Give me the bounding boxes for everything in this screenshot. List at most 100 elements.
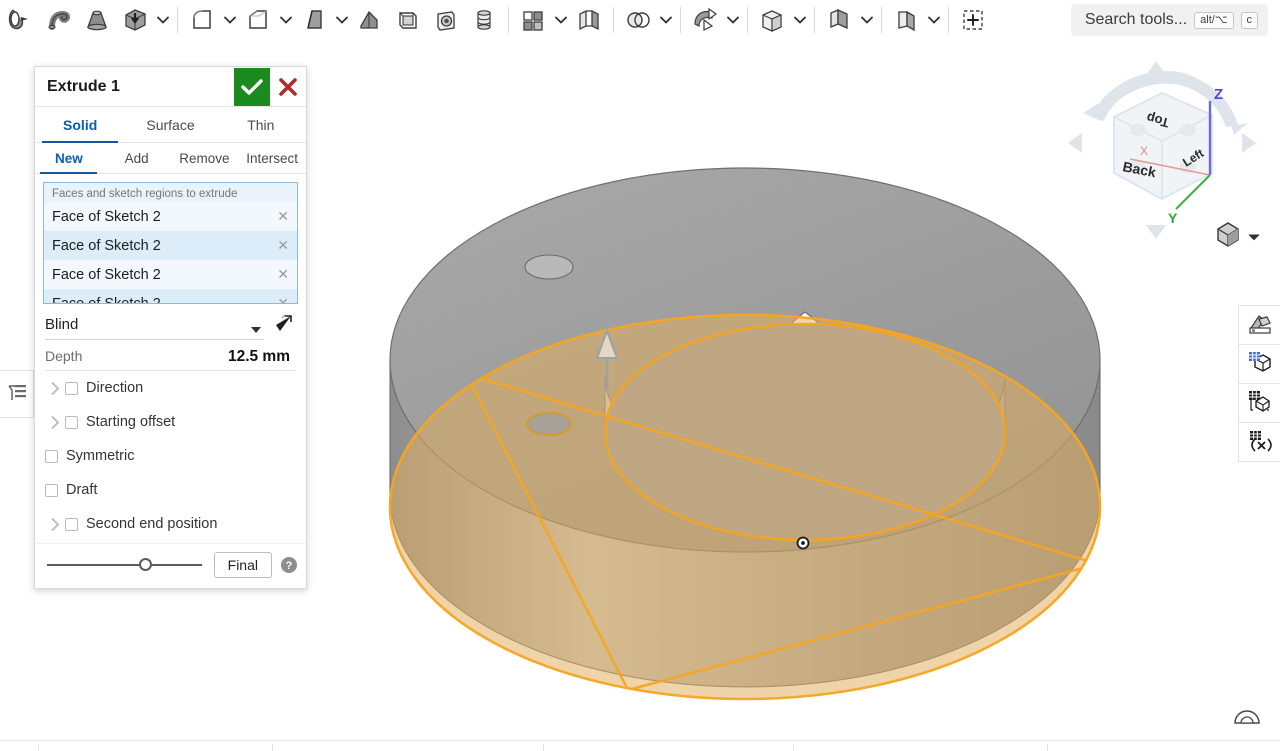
chevron-right-icon[interactable] [45,517,65,531]
measure-button[interactable] [1230,702,1264,732]
chevron-down-icon[interactable] [925,1,943,39]
quality-slider[interactable] [43,555,206,575]
origin-point[interactable] [796,536,810,550]
tool-hole[interactable] [427,1,465,39]
flip-direction-button[interactable] [270,312,296,338]
tab-intersect[interactable]: Intersect [238,143,306,173]
selection-item[interactable]: Face of Sketch 2 ✕ [44,260,297,289]
rail-button-display-state[interactable] [1238,344,1280,384]
direction-checkbox[interactable] [65,381,78,395]
selection-item-label: Face of Sketch 2 [52,208,161,225]
selection-item[interactable]: Face of Sketch 2 ✕ [44,231,297,260]
tool-thread[interactable] [465,1,503,39]
tool-mirror[interactable] [570,1,608,39]
toolbar-separator [508,7,509,33]
tab-solid[interactable]: Solid [35,107,125,143]
slider-track [47,564,202,566]
tab-separator [38,744,39,751]
tool-pattern[interactable] [514,1,570,39]
quality-final-button[interactable]: Final [213,552,272,578]
toolbar-separator [814,7,815,33]
chevron-down-icon[interactable] [657,1,675,39]
selection-list[interactable]: Faces and sketch regions to extrude Face… [43,182,298,304]
tool-thicken[interactable] [116,1,172,39]
rib-icon [351,1,389,39]
selection-item-label: Face of Sketch 2 [52,295,161,304]
shell-icon [389,1,427,39]
cancel-button[interactable] [270,68,306,106]
chevron-right-icon[interactable] [45,381,65,395]
revolve-icon [2,1,40,39]
starting-offset-checkbox[interactable] [65,415,78,429]
document-tab-bar[interactable] [0,740,1280,751]
tab-add[interactable]: Add [103,143,171,173]
end-condition-row: Blind [45,310,296,340]
selection-item[interactable]: Face of Sketch 2 ✕ [44,202,297,231]
view-orientation-button[interactable] [1214,220,1260,253]
chevron-down-icon[interactable] [1248,228,1260,246]
enclose-icon [820,1,858,39]
option-draft[interactable]: Draft [35,473,306,507]
chevron-down-icon[interactable] [154,1,172,39]
tab-remove[interactable]: Remove [171,143,239,173]
chevron-down-icon[interactable] [724,1,742,39]
tab-new[interactable]: New [35,143,103,174]
rail-button-variable-studio[interactable] [1238,422,1280,462]
tool-loft[interactable] [78,1,116,39]
tool-add-feature[interactable] [954,1,992,39]
remove-selection-icon[interactable]: ✕ [271,266,289,283]
tool-split[interactable] [753,1,809,39]
rail-configuration-icon [1247,388,1273,419]
selection-item[interactable]: Face of Sketch 2 ✕ [44,289,297,304]
feature-list-toggle[interactable] [0,370,34,418]
view-cube[interactable]: Top Back Left X Y Z [1062,55,1262,245]
remove-selection-icon[interactable]: ✕ [271,295,289,303]
draft-checkbox[interactable] [45,483,58,497]
chevron-down-icon[interactable] [333,1,351,39]
tool-sheet-metal[interactable] [887,1,943,39]
measure-protractor-icon [1232,704,1262,731]
sketch-preview [388,313,1102,701]
tool-rib[interactable] [351,1,389,39]
tool-shell[interactable] [389,1,427,39]
second-end-position-checkbox[interactable] [65,517,78,531]
rail-button-appearance[interactable] [1238,305,1280,345]
tab-thin[interactable]: Thin [216,107,306,142]
depth-value[interactable]: 12.5 mm [133,348,296,366]
option-starting-offset[interactable]: Starting offset [35,405,306,439]
tool-boolean[interactable] [619,1,675,39]
slider-knob[interactable] [139,558,152,571]
tool-sweep[interactable] [40,1,78,39]
accept-button[interactable] [234,67,270,106]
tool-draft[interactable] [295,1,351,39]
sheet-metal-icon [887,1,925,39]
option-symmetric[interactable]: Symmetric [35,439,306,473]
toolbar-separator [747,7,748,33]
dialog-footer: Final ? [35,543,306,588]
depth-field[interactable]: Depth 12.5 mm [45,348,296,371]
search-tools-button[interactable]: Search tools... alt/⌥ c [1070,4,1268,36]
chevron-down-icon[interactable] [277,1,295,39]
help-icon[interactable]: ? [280,556,298,574]
tab-surface[interactable]: Surface [125,107,215,142]
option-second-end-position[interactable]: Second end position [35,507,306,541]
toolbar-separator [177,7,178,33]
axis-label-y: Y [1168,210,1178,226]
chevron-down-icon[interactable] [221,1,239,39]
tool-enclose[interactable] [820,1,876,39]
symmetric-checkbox[interactable] [45,449,58,463]
tool-chamfer[interactable] [239,1,295,39]
chevron-right-icon[interactable] [45,415,65,429]
end-condition-dropdown[interactable]: Blind [45,310,264,340]
remove-selection-icon[interactable]: ✕ [271,208,289,225]
tool-transform[interactable] [686,1,742,39]
rail-button-configuration[interactable] [1238,383,1280,423]
selection-item-label: Face of Sketch 2 [52,237,161,254]
chevron-down-icon[interactable] [552,1,570,39]
tool-fillet[interactable] [183,1,239,39]
chevron-down-icon[interactable] [858,1,876,39]
option-direction[interactable]: Direction [35,371,306,405]
remove-selection-icon[interactable]: ✕ [271,237,289,254]
tool-revolve[interactable] [2,1,40,39]
chevron-down-icon[interactable] [791,1,809,39]
